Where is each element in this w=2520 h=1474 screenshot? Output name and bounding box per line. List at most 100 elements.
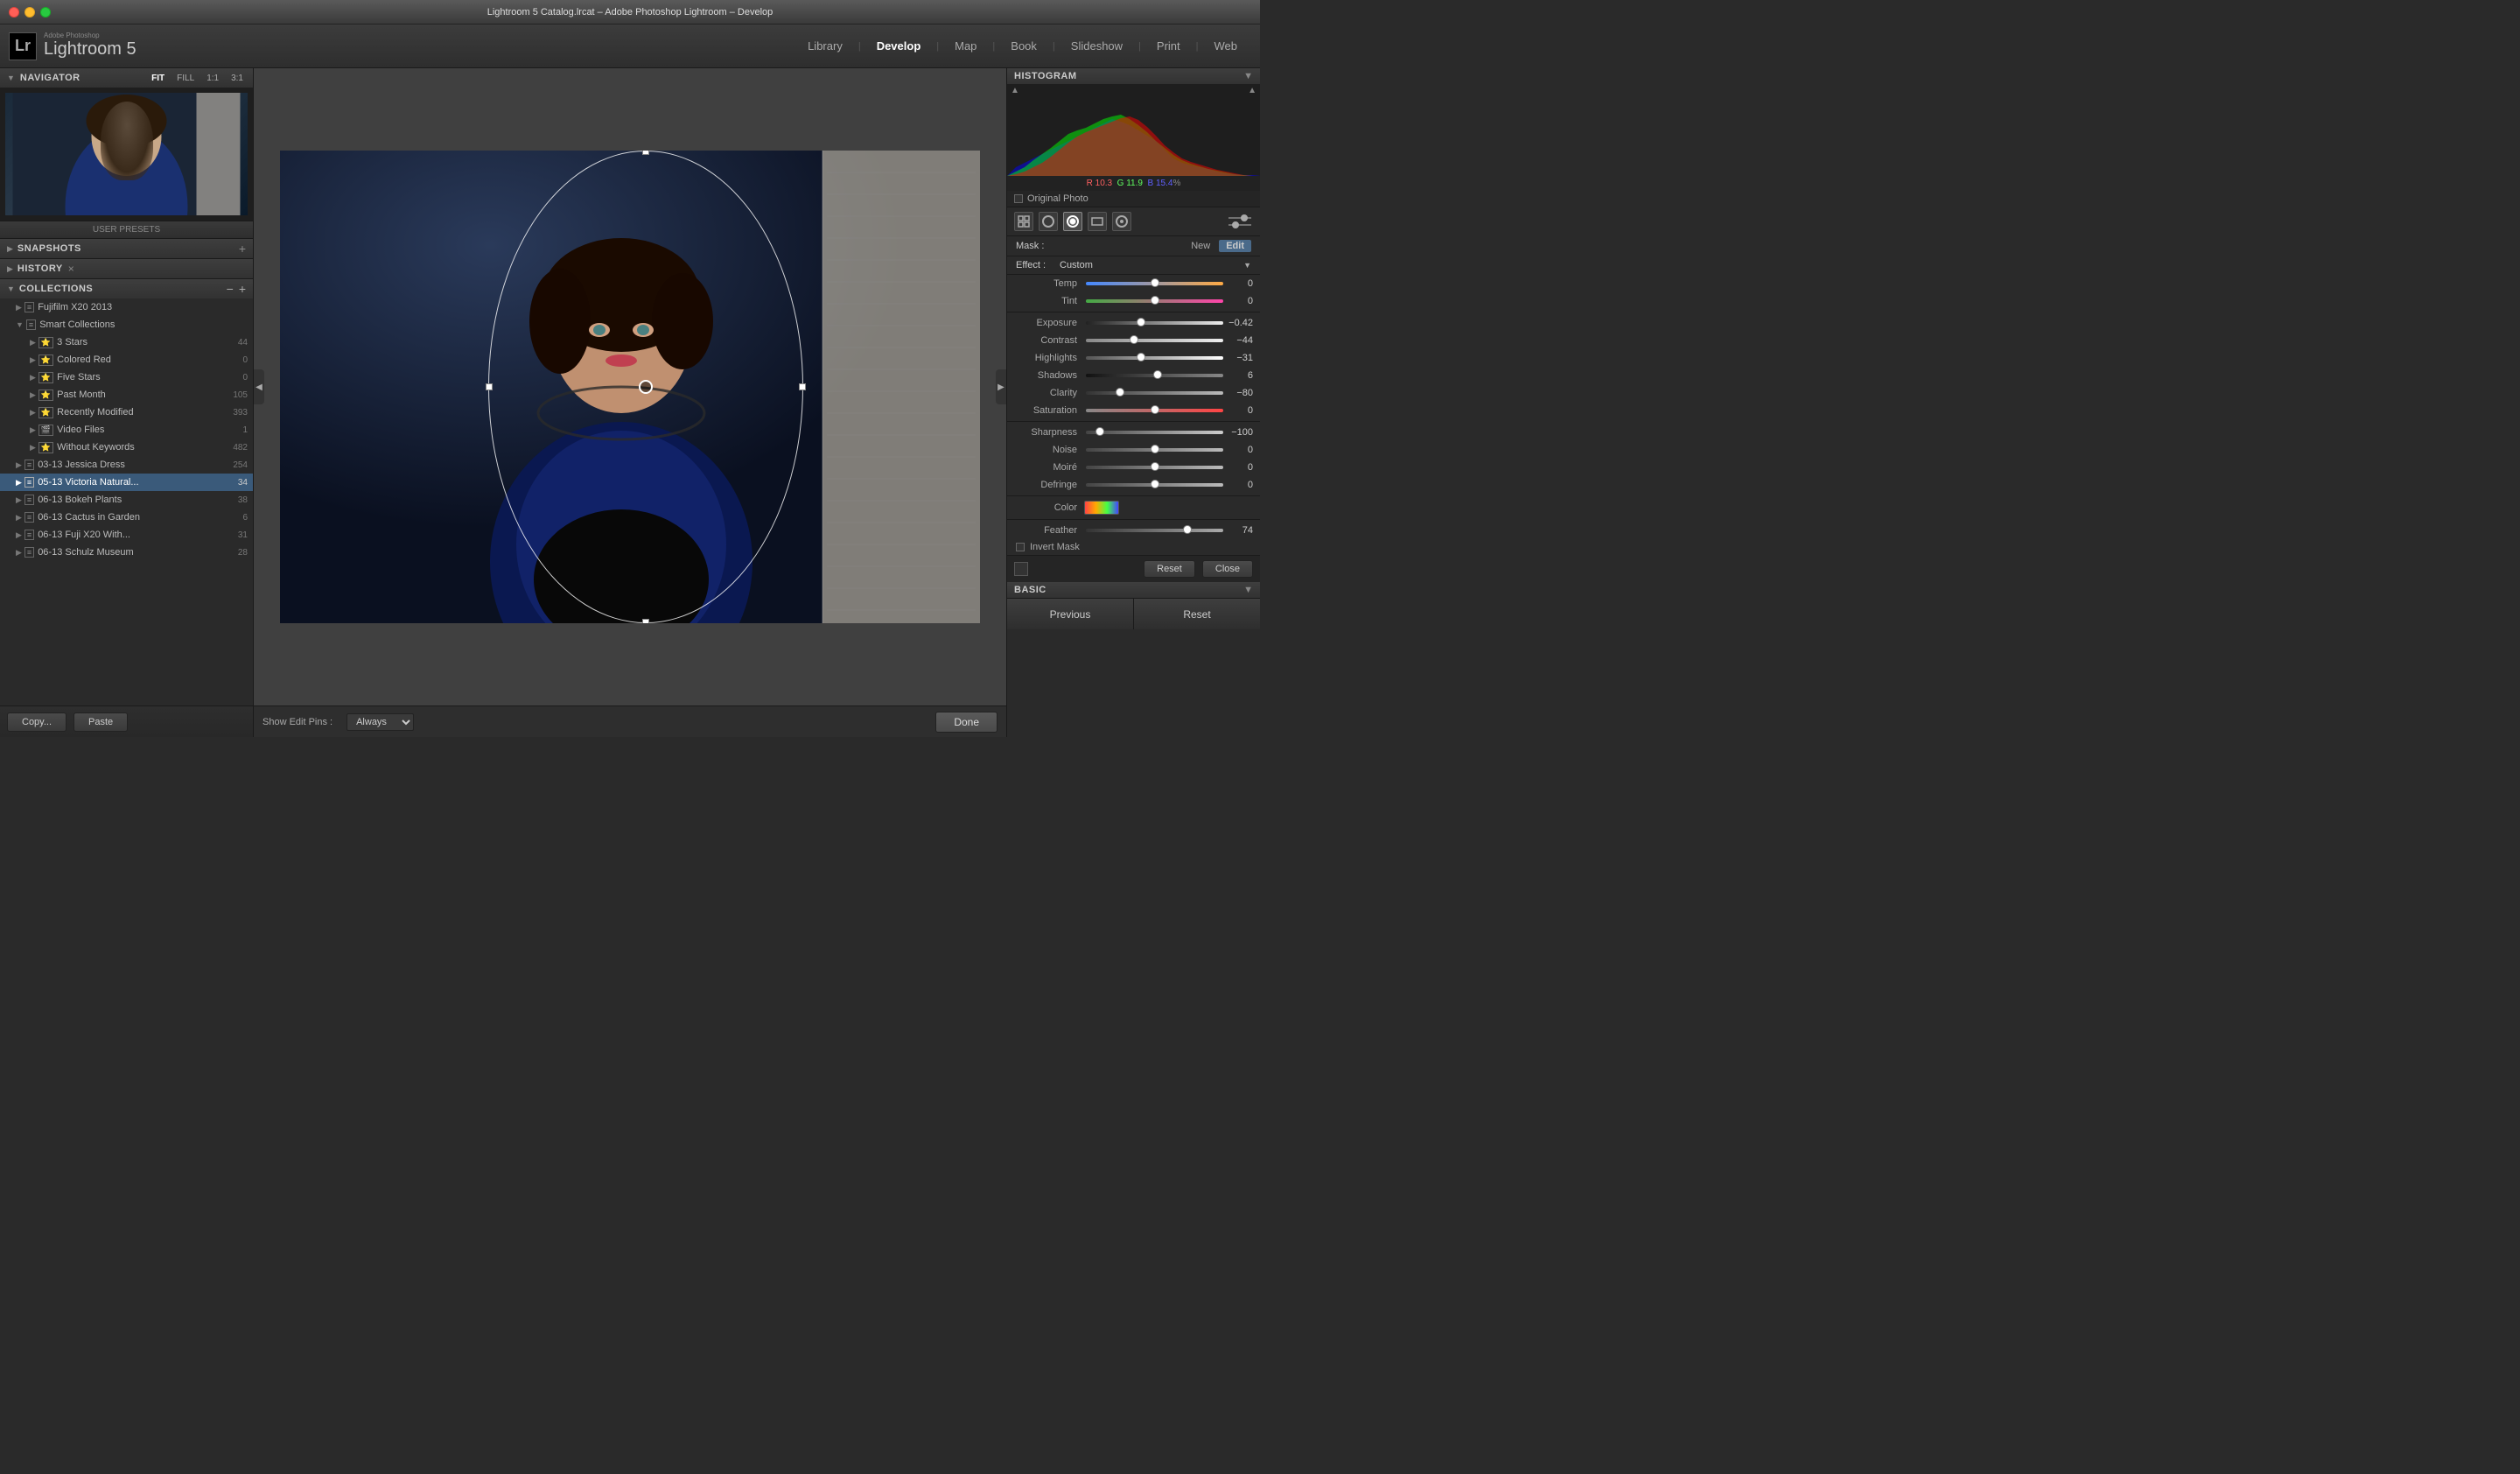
collections-minus-button[interactable]: − <box>227 282 234 296</box>
collection-schulz-arrow[interactable]: ▶ <box>16 548 22 558</box>
tint-thumb[interactable] <box>1151 296 1159 305</box>
collection-fujifilm[interactable]: ▶ ≡ Fujifilm X20 2013 <box>0 298 253 316</box>
collection-3stars[interactable]: ▶ ⭐ 3 Stars 44 <box>0 333 253 351</box>
effect-dropdown-button[interactable]: ▼ <box>1243 261 1251 270</box>
defringe-track[interactable] <box>1086 483 1223 487</box>
feather-thumb[interactable] <box>1183 525 1192 534</box>
grid-view-button[interactable] <box>1014 212 1033 231</box>
image-canvas[interactable]: ◀ ▶ <box>254 68 1006 705</box>
sharpness-track[interactable] <box>1086 431 1223 434</box>
nav-book[interactable]: Book <box>997 25 1051 68</box>
collection-cactus-garden[interactable]: ▶ ≡ 06-13 Cactus in Garden 6 <box>0 509 253 526</box>
copy-button[interactable]: Copy... <box>7 712 66 732</box>
collections-header[interactable]: ▼ Collections − + <box>0 279 253 298</box>
collection-3stars-arrow[interactable]: ▶ <box>30 338 36 347</box>
exposure-track[interactable] <box>1086 321 1223 325</box>
feather-track[interactable] <box>1086 529 1223 532</box>
invert-mask-checkbox[interactable] <box>1016 543 1025 551</box>
history-header[interactable]: ▶ History × <box>0 259 253 278</box>
snapshots-header[interactable]: ▶ Snapshots + <box>0 239 253 258</box>
window-controls[interactable] <box>9 7 51 18</box>
original-photo-checkbox[interactable] <box>1014 194 1023 203</box>
minimize-window-button[interactable] <box>24 7 35 18</box>
right-panel-collapse-arrow[interactable]: ▶ <box>996 369 1006 404</box>
contrast-track[interactable] <box>1086 339 1223 342</box>
reset-panel-button[interactable]: Reset <box>1144 560 1195 578</box>
saturation-thumb[interactable] <box>1151 405 1159 414</box>
rectangle-tool-button[interactable] <box>1088 212 1107 231</box>
zoom-fill-btn[interactable]: FILL <box>174 73 197 84</box>
nav-map[interactable]: Map <box>941 25 990 68</box>
moire-track[interactable] <box>1086 466 1223 469</box>
nav-print[interactable]: Print <box>1143 25 1194 68</box>
collection-recently-modified[interactable]: ▶ ⭐ Recently Modified 393 <box>0 404 253 421</box>
sharpness-thumb[interactable] <box>1096 427 1104 436</box>
collection-victoria-natural[interactable]: ▶ ≡ 05-13 Victoria Natural... 34 <box>0 474 253 491</box>
moire-thumb[interactable] <box>1151 462 1159 471</box>
mask-new-button[interactable]: New <box>1191 241 1210 251</box>
collection-past-month-arrow[interactable]: ▶ <box>30 390 36 400</box>
zoom-fit-btn[interactable]: FIT <box>149 73 167 84</box>
circle-dot-button[interactable] <box>1112 212 1131 231</box>
color-swatch[interactable] <box>1084 501 1119 515</box>
temp-thumb[interactable] <box>1151 278 1159 287</box>
nav-slideshow[interactable]: Slideshow <box>1057 25 1137 68</box>
saturation-track[interactable] <box>1086 409 1223 412</box>
collection-five-stars[interactable]: ▶ ⭐ Five Stars 0 <box>0 368 253 386</box>
collection-video-files-arrow[interactable]: ▶ <box>30 425 36 435</box>
reset-button[interactable]: Reset <box>1134 599 1260 629</box>
shadows-thumb[interactable] <box>1153 370 1162 379</box>
nav-library[interactable]: Library <box>794 25 857 68</box>
highlight-clip-indicator[interactable]: ▲ <box>1248 86 1256 95</box>
shadow-clip-indicator[interactable]: ▲ <box>1011 86 1019 95</box>
close-window-button[interactable] <box>9 7 19 18</box>
basic-dropdown-icon[interactable]: ▼ <box>1243 585 1253 595</box>
exposure-thumb[interactable] <box>1137 318 1145 326</box>
collection-bokeh-arrow[interactable]: ▶ <box>16 495 22 505</box>
collection-past-month[interactable]: ▶ ⭐ Past Month 105 <box>0 386 253 404</box>
collection-recently-modified-arrow[interactable]: ▶ <box>30 408 36 418</box>
navigator-header[interactable]: ▼ Navigator FIT FILL 1:1 3:1 <box>0 68 253 88</box>
done-button[interactable]: Done <box>935 712 998 733</box>
clarity-thumb[interactable] <box>1116 388 1124 397</box>
previous-button[interactable]: Previous <box>1007 599 1134 629</box>
history-close-button[interactable]: × <box>68 263 74 275</box>
collection-fujifilm-arrow[interactable]: ▶ <box>16 303 22 312</box>
collection-cactus-arrow[interactable]: ▶ <box>16 513 22 523</box>
show-edit-pins-select[interactable]: Always Selected Never <box>346 713 414 731</box>
collection-video-files[interactable]: ▶ 🎬 Video Files 1 <box>0 421 253 439</box>
collection-jessica-arrow[interactable]: ▶ <box>16 460 22 470</box>
collection-without-keywords-arrow[interactable]: ▶ <box>30 443 36 453</box>
collection-fuji-x20-arrow[interactable]: ▶ <box>16 530 22 540</box>
mask-edit-button[interactable]: Edit <box>1219 240 1251 252</box>
zoom-3-1-btn[interactable]: 3:1 <box>228 73 246 84</box>
basic-section-header[interactable]: Basic ▼ <box>1007 582 1260 598</box>
nav-develop[interactable]: Develop <box>863 25 935 68</box>
left-panel-collapse-arrow[interactable]: ◀ <box>254 369 264 404</box>
circle-tool-button[interactable] <box>1039 212 1058 231</box>
temp-track[interactable] <box>1086 282 1223 285</box>
highlights-track[interactable] <box>1086 356 1223 360</box>
clarity-track[interactable] <box>1086 391 1223 395</box>
collection-smart[interactable]: ▼ ≡ Smart Collections <box>0 316 253 333</box>
collection-without-keywords[interactable]: ▶ ⭐ Without Keywords 482 <box>0 439 253 456</box>
nav-web[interactable]: Web <box>1200 25 1252 68</box>
noise-thumb[interactable] <box>1151 445 1159 453</box>
collection-jessica-dress[interactable]: ▶ ≡ 03-13 Jessica Dress 254 <box>0 456 253 474</box>
filled-circle-button[interactable] <box>1063 212 1082 231</box>
collection-fuji-x20[interactable]: ▶ ≡ 06-13 Fuji X20 With... 31 <box>0 526 253 544</box>
collection-five-stars-arrow[interactable]: ▶ <box>30 373 36 383</box>
snapshots-add-button[interactable]: + <box>239 242 246 256</box>
collection-colored-red-arrow[interactable]: ▶ <box>30 355 36 365</box>
histogram-dropdown-icon[interactable]: ▼ <box>1243 71 1253 81</box>
highlights-thumb[interactable] <box>1137 353 1145 361</box>
collections-add-button[interactable]: + <box>239 282 246 296</box>
histogram-header[interactable]: Histogram ▼ <box>1007 68 1260 84</box>
tint-track[interactable] <box>1086 299 1223 303</box>
close-panel-button[interactable]: Close <box>1202 560 1253 578</box>
defringe-thumb[interactable] <box>1151 480 1159 488</box>
collection-bokeh-plants[interactable]: ▶ ≡ 06-13 Bokeh Plants 38 <box>0 491 253 509</box>
maximize-window-button[interactable] <box>40 7 51 18</box>
main-photo[interactable] <box>280 151 980 623</box>
contrast-thumb[interactable] <box>1130 335 1138 344</box>
